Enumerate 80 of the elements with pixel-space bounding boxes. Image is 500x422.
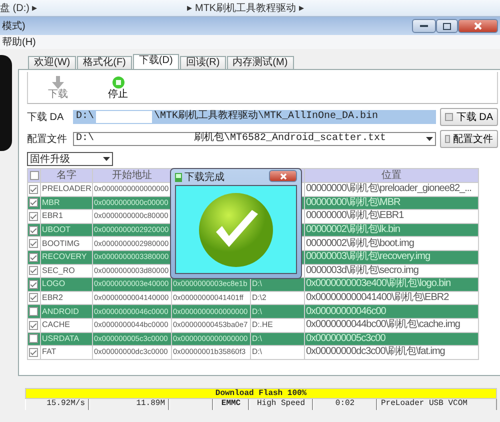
table-cell: 00000000\刷机包\MBR — [304, 196, 478, 210]
progress-label: Download Flash 100% — [214, 389, 308, 399]
checkbox[interactable] — [30, 170, 38, 180]
table-cell: 00000002\刷机包\boot.img — [304, 236, 478, 250]
close-icon — [280, 172, 286, 180]
checkbox[interactable] — [29, 266, 38, 276]
column-header: 位置 — [304, 168, 478, 182]
table-cell: 00000000\刷机包\preloader_gionee82_... — [304, 182, 478, 196]
status-text: High Speed — [249, 399, 313, 410]
maximize-button[interactable] — [436, 19, 458, 33]
status-text: EMMC — [213, 399, 249, 410]
table-cell: FAT — [40, 346, 92, 360]
tab[interactable]: 欢迎(W) — [28, 56, 76, 69]
minimize-icon — [420, 24, 428, 28]
close-button[interactable] — [458, 19, 498, 33]
minimize-button[interactable] — [412, 19, 436, 33]
status-text: 15.92M/s — [25, 399, 89, 410]
app-icon — [175, 172, 182, 182]
path-dropdown[interactable]: D:\ 刷机包\MT6582_Android_scatter.txt — [73, 132, 436, 146]
browse-button[interactable]: 下载 DA — [440, 108, 498, 126]
window-title: 模式) — [2, 20, 26, 34]
table-cell: USRDATA — [40, 332, 92, 346]
checkbox[interactable] — [29, 184, 38, 194]
tab[interactable]: 格式化(F) — [77, 56, 132, 69]
checkbox[interactable] — [29, 212, 38, 221]
checkbox[interactable] — [29, 226, 38, 235]
table-cell: 00000002\刷机包\lk.bin — [304, 223, 478, 237]
browse-button[interactable]: 配置文件 — [440, 130, 498, 148]
checkbox[interactable] — [29, 239, 38, 248]
checkmark-icon — [198, 192, 274, 268]
table-cell: 0x0000000003e400\刷机包\logo.bin — [304, 278, 478, 292]
close-icon — [474, 22, 482, 30]
field-label: 下载 DA — [27, 110, 65, 124]
status-text: 11.89M — [89, 399, 169, 410]
status-text: 0:02 — [313, 399, 377, 410]
checkbox[interactable] — [29, 280, 38, 289]
checkbox[interactable] — [29, 293, 38, 302]
toolbar-button[interactable]: 停止 — [108, 76, 128, 100]
tab[interactable]: 回读(R) — [180, 56, 226, 69]
checkbox[interactable] — [29, 348, 38, 357]
checkbox[interactable] — [29, 307, 38, 316]
table-cell: 0x00000000046c00 — [304, 304, 478, 318]
table-cell: UBOOT — [40, 223, 92, 237]
breadcrumb[interactable]: ▸ MTK刷机工具教程驱动 ▸ — [187, 0, 304, 16]
menu-item[interactable]: 帮助(H) — [2, 34, 36, 50]
maximize-icon — [442, 22, 450, 30]
checkbox[interactable] — [29, 334, 38, 344]
folder-icon — [445, 135, 450, 143]
table-cell: 0x00000000dc3c00\刷机包\fat.img — [304, 346, 478, 360]
down-arrow-icon — [52, 76, 64, 88]
checkbox[interactable] — [29, 198, 38, 208]
caret-icon — [103, 157, 110, 161]
table-cell: ANDROID — [40, 304, 92, 318]
table-cell: 0x000000005c3c00 — [304, 332, 478, 346]
breadcrumb[interactable]: 盘 (D:) ▸ — [0, 0, 38, 16]
dialog-title: 下载完成 — [184, 170, 224, 184]
table-cell: BOOTIMG — [40, 236, 92, 250]
tab[interactable]: 内存测试(M) — [226, 56, 294, 69]
table-cell: RECOVERY — [40, 250, 92, 264]
path-field[interactable]: D:\ \MTK刷机工具教程驱动\MTK_AllInOne_DA.bin — [73, 110, 436, 124]
table-cell: 0x0000000044bc00\刷机包\cache.img — [304, 318, 478, 332]
column-header: 开始地址 — [92, 168, 172, 182]
field-label: 配置文件 — [27, 132, 68, 146]
column-header: 名字 — [40, 168, 92, 182]
stop-icon — [112, 76, 124, 88]
close-button[interactable] — [269, 170, 297, 182]
checkbox[interactable] — [29, 252, 38, 262]
table-cell: EBR1 — [40, 210, 92, 224]
checkbox[interactable] — [29, 320, 38, 330]
folder-icon — [445, 113, 454, 121]
caret-icon — [426, 137, 433, 141]
tab[interactable]: 下载(D) — [132, 54, 179, 69]
table-cell: 00000000\刷机包\EBR1 — [304, 210, 478, 224]
table-cell: LOGO — [40, 278, 92, 292]
status-text: PreLoader USB VCOM — [377, 399, 497, 410]
mode-dropdown[interactable]: 固件升级 — [27, 152, 113, 166]
table-cell: MBR — [40, 196, 92, 210]
table-cell: CACHE — [40, 318, 92, 332]
table-cell: 00000003\刷机包\recovery.img — [304, 250, 478, 264]
table-cell: PRELOADER — [40, 182, 92, 196]
